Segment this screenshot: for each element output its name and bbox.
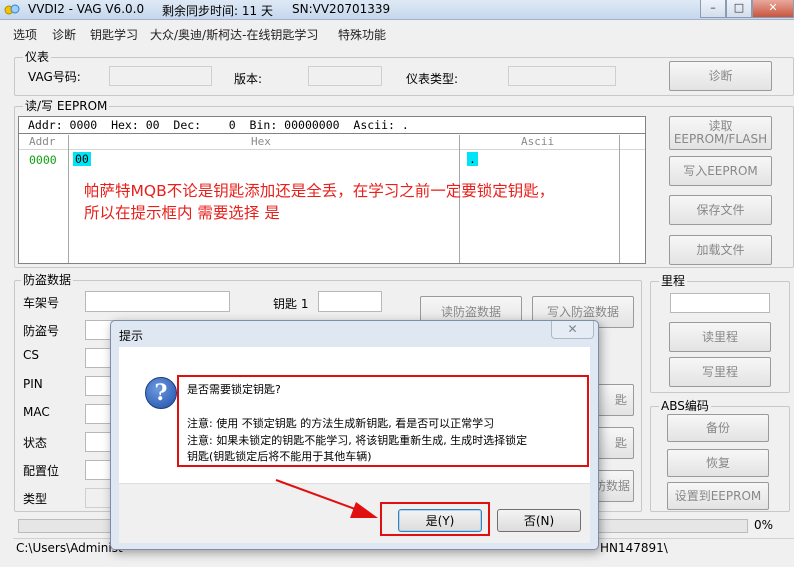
pin-label: PIN — [23, 377, 43, 391]
mileage-field[interactable] — [670, 293, 770, 313]
title-bar: VVDI2 - VAG V6.0.0 剩余同步时间: 11 天 SN:VV207… — [0, 0, 794, 20]
dialog-close-button[interactable]: ✕ — [551, 321, 594, 339]
type-label: 类型 — [23, 492, 48, 506]
menu-bar: 选项 诊断 钥匙学习 大众/奥迪/斯柯达-在线钥匙学习 特殊功能 — [0, 22, 794, 44]
immo-number-label: 防盗号 — [23, 324, 60, 338]
version-label: 版本: — [234, 72, 263, 86]
dialog-note-1: 注意: 使用 不锁定钥匙 的方法生成新钥匙, 看是否可以正常学习 — [187, 417, 495, 430]
cs-label: CS — [23, 348, 39, 362]
progress-label: 0% — [754, 518, 774, 532]
vag-number-field[interactable] — [109, 66, 212, 86]
app-icon — [4, 4, 20, 15]
diagnose-button[interactable]: 诊断 — [669, 61, 772, 91]
load-file-button[interactable]: 加载文件 — [669, 235, 772, 265]
hex-column-header: Hex — [251, 135, 271, 148]
ascii-column-divider — [619, 135, 620, 263]
hex-status-line: Addr: 0000 Hex: 00 Dec: 0 Bin: 00000000 … — [19, 117, 645, 134]
key1-label: 钥匙 1 — [273, 297, 309, 311]
instrument-type-field[interactable] — [508, 66, 616, 86]
eeprom-legend: 读/写 EEPROM — [23, 99, 110, 113]
mac-label: MAC — [23, 405, 50, 419]
menu-key-learn[interactable]: 钥匙学习 — [90, 26, 138, 43]
dialog-question: 是否需要锁定钥匙? — [187, 383, 281, 396]
selected-ascii-cell[interactable]: . — [467, 152, 478, 166]
annotation-line-1: 帕萨特MQB不论是钥匙添加还是全丢，在学习之前一定要锁定钥匙， — [84, 182, 555, 200]
row-address: 0000 — [29, 153, 57, 167]
prompt-dialog: 提示 ✕ ? 是否需要锁定钥匙? 注意: 使用 不锁定钥匙 的方法生成新钥匙, … — [110, 320, 599, 550]
red-annotation: 帕萨特MQB不论是钥匙添加还是全丢，在学习之前一定要锁定钥匙， 所以在提示框内 … — [84, 180, 554, 224]
key1-field[interactable] — [318, 291, 382, 312]
write-mileage-button[interactable]: 写里程 — [669, 357, 771, 387]
maximize-button[interactable]: □ — [726, 0, 752, 18]
menu-diagnose[interactable]: 诊断 — [52, 26, 76, 43]
dialog-note-3: 钥匙(钥匙锁定后将不能用于其他车辆) — [187, 450, 372, 463]
read-eeprom-button[interactable]: 读取 EEPROM/FLASH — [669, 116, 772, 150]
state-label: 状态 — [23, 436, 48, 450]
menu-online-key-learn[interactable]: 大众/奥迪/斯柯达-在线钥匙学习 — [150, 26, 318, 43]
instrument-type-label: 仪表类型: — [406, 72, 459, 86]
version-field[interactable] — [308, 66, 382, 86]
abs-legend: ABS编码 — [659, 399, 711, 413]
selected-hex-cell[interactable]: 00 — [73, 152, 91, 166]
addr-column-divider — [68, 135, 69, 263]
dialog-title: 提示 — [119, 329, 144, 343]
serial-number: SN:VV20701339 — [292, 2, 391, 16]
menu-options[interactable]: 选项 — [13, 26, 37, 43]
message-highlight-box: 是否需要锁定钥匙? 注意: 使用 不锁定钥匙 的方法生成新钥匙, 看是否可以正常… — [177, 375, 589, 467]
vag-number-label: VAG号码: — [28, 70, 81, 84]
immo-legend: 防盗数据 — [21, 273, 74, 287]
status-path-left: C:\Users\Administ — [16, 541, 123, 555]
config-label: 配置位 — [23, 464, 60, 478]
window-title: VVDI2 - VAG V6.0.0 — [28, 2, 145, 16]
yes-highlight-box — [380, 502, 490, 536]
close-icon: ✕ — [768, 1, 778, 14]
status-path-right: HN147891\ — [600, 541, 668, 555]
sync-time: 剩余同步时间: 11 天 — [162, 4, 273, 18]
minimize-button[interactable]: – — [700, 0, 726, 18]
menu-special-functions[interactable]: 特殊功能 — [338, 26, 386, 43]
instrument-legend: 仪表 — [23, 50, 52, 64]
write-eeprom-button[interactable]: 写入EEPROM — [669, 156, 772, 186]
set-to-eeprom-button[interactable]: 设置到EEPROM — [667, 482, 769, 510]
mileage-legend: 里程 — [659, 274, 688, 288]
save-file-button[interactable]: 保存文件 — [669, 195, 772, 225]
addr-column-header: Addr — [29, 135, 56, 148]
maximize-icon: □ — [733, 1, 745, 14]
no-button[interactable]: 否(N) — [497, 509, 581, 532]
annotation-line-2: 所以在提示框内 需要选择 是 — [84, 204, 280, 222]
backup-button[interactable]: 备份 — [667, 414, 769, 442]
ascii-column-header: Ascii — [521, 135, 555, 148]
minimize-icon: – — [710, 1, 716, 14]
dialog-note-2: 注意: 如果未锁定的钥匙不能学习, 将该钥匙重新生成, 生成时选择锁定 — [187, 434, 528, 447]
read-mileage-button[interactable]: 读里程 — [669, 322, 771, 352]
restore-button[interactable]: 恢复 — [667, 449, 769, 477]
close-icon: ✕ — [567, 322, 578, 336]
header-divider — [19, 149, 645, 150]
close-button[interactable]: ✕ — [752, 0, 794, 18]
question-icon: ? — [145, 377, 177, 409]
vin-label: 车架号 — [23, 296, 60, 310]
vin-field[interactable] — [85, 291, 230, 312]
